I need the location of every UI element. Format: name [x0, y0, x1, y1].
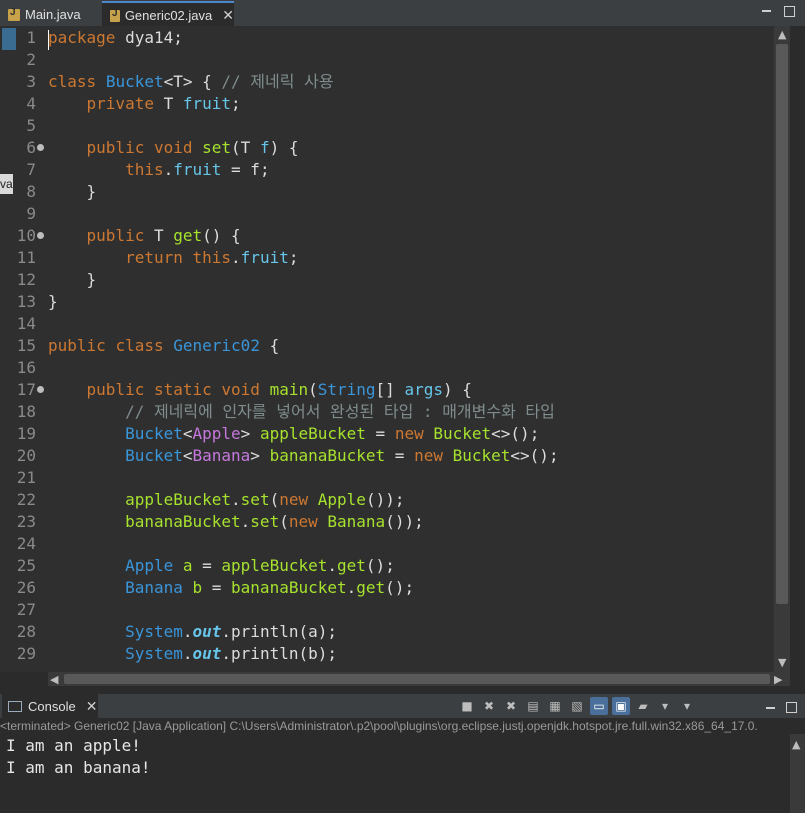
maximize-button[interactable] [786, 702, 797, 713]
fold-toggle-icon[interactable] [37, 232, 44, 239]
close-icon[interactable]: ✕ [222, 7, 234, 24]
line-number: 28 [16, 622, 36, 641]
code-line: return this.fruit; [125, 248, 299, 267]
clear-console-icon[interactable]: ▤ [524, 697, 542, 715]
line-number: 16 [16, 358, 36, 377]
java-file-icon [110, 8, 120, 22]
scroll-lock-icon[interactable]: ▦ [546, 697, 564, 715]
console-status: <terminated> Generic02 [Java Application… [0, 718, 805, 734]
line-number: 11 [16, 248, 36, 267]
line-number: 26 [16, 578, 36, 597]
tab-generic02-java[interactable]: Generic02.java ✕ [102, 1, 234, 28]
code-line: private T fruit; [86, 94, 241, 113]
line-number: 19 [16, 424, 36, 443]
pin-console-icon[interactable]: ▰ [634, 697, 652, 715]
fold-toggle-icon[interactable] [37, 144, 44, 151]
maximize-icon [786, 702, 797, 713]
open-console-icon[interactable]: ▾ [678, 697, 696, 715]
code-line: Bucket<Banana> bananaBucket = new Bucket… [125, 446, 559, 465]
remove-all-icon[interactable]: ✖ [502, 697, 520, 715]
tab-main-java[interactable]: Main.java [0, 3, 100, 26]
display-console-icon[interactable]: ▾ [656, 697, 674, 715]
remove-launch-icon[interactable]: ✖ [480, 697, 498, 715]
line-number: 22 [16, 490, 36, 509]
code-line: class Bucket<T> { // 제네릭 사용 [48, 72, 334, 91]
line-number: 25 [16, 556, 36, 575]
code-line: Bucket<Apple> appleBucket = new Bucket<>… [125, 424, 540, 443]
code-line: } [48, 292, 58, 311]
editor-horizontal-scroll-thumb[interactable] [64, 674, 770, 684]
line-number: 2 [26, 50, 36, 69]
line-number: 6 [26, 138, 36, 157]
line-number: 10 [16, 226, 36, 245]
tab-label: Main.java [25, 7, 81, 22]
minimize-icon [766, 707, 775, 709]
line-number: 17 [16, 380, 36, 399]
fold-toggle-icon[interactable] [37, 386, 44, 393]
editor-vertical-scroll-thumb[interactable] [776, 44, 788, 604]
tab-label: Generic02.java [124, 8, 213, 23]
show-on-output-icon[interactable]: ▭ [590, 697, 608, 715]
word-wrap-icon[interactable]: ▧ [568, 697, 586, 715]
line-number: 1 [26, 28, 36, 47]
minimize-icon [762, 10, 771, 12]
console-output-line: I am an apple! [6, 736, 141, 755]
terminate-icon[interactable]: ■ [458, 697, 476, 715]
code-line: public void set(T f) { [86, 138, 299, 157]
line-number: 13 [16, 292, 36, 311]
code-editor[interactable]: 1 2 3 4 5 6 7 8 9 10 11 12 13 14 15 16 1… [0, 26, 790, 672]
console-output[interactable]: I am an apple! I am an banana! [0, 734, 790, 813]
console-output-line: I am an banana! [6, 758, 151, 777]
maximize-button[interactable] [784, 6, 795, 17]
line-number: 9 [26, 204, 36, 223]
line-number: 4 [26, 94, 36, 113]
line-number: 18 [16, 402, 36, 421]
close-icon[interactable]: ✕ [86, 698, 98, 715]
scroll-right-icon[interactable]: ▶ [774, 673, 782, 686]
line-number: 24 [16, 534, 36, 553]
scroll-up-icon[interactable]: ▲ [792, 738, 800, 751]
console-toolbar: ■ ✖ ✖ ▤ ▦ ▧ ▭ ▣ ▰ ▾ ▾ [458, 697, 696, 715]
hover-tooltip: va [0, 174, 13, 194]
line-number: 15 [16, 336, 36, 355]
code-line: System.out.println(b); [125, 644, 337, 663]
minimize-button[interactable] [766, 707, 775, 709]
code-line: appleBucket.set(new Apple()); [125, 490, 405, 509]
line-number: 29 [16, 644, 36, 663]
code-line: public static void main(String[] args) { [86, 380, 472, 399]
scroll-up-icon[interactable]: ▲ [778, 28, 786, 41]
code-line: System.out.println(a); [125, 622, 337, 641]
code-line: Banana b = bananaBucket.get(); [125, 578, 415, 597]
tab-console[interactable]: Console ✕ [2, 694, 98, 718]
tab-label: Console [28, 698, 76, 714]
line-number: 3 [26, 72, 36, 91]
code-line: public T get() { [86, 226, 241, 245]
console-icon [8, 700, 22, 712]
code-line: package dya14; [48, 28, 183, 47]
code-line: // 제네릭에 인자를 넣어서 완성된 타입 : 매개변수화 타입 [125, 402, 555, 421]
line-number: 12 [16, 270, 36, 289]
line-number: 23 [16, 512, 36, 531]
code-line: Apple a = appleBucket.get(); [125, 556, 395, 575]
line-number: 14 [16, 314, 36, 333]
line-number: 27 [16, 600, 36, 619]
minimize-button[interactable] [762, 10, 771, 12]
scroll-left-icon[interactable]: ◀ [50, 673, 58, 686]
line-number: 20 [16, 446, 36, 465]
code-line: } [86, 182, 97, 201]
code-line: bananaBucket.set(new Banana()); [125, 512, 424, 531]
line-number: 21 [16, 468, 36, 487]
java-file-icon [8, 7, 20, 21]
line-number: 5 [26, 116, 36, 135]
show-on-error-icon[interactable]: ▣ [612, 697, 630, 715]
code-line: this.fruit = f; [125, 160, 270, 179]
scroll-down-icon[interactable]: ▼ [778, 656, 786, 669]
code-line: public class Generic02 { [48, 336, 280, 355]
code-line: } [86, 270, 97, 289]
maximize-icon [784, 6, 795, 17]
